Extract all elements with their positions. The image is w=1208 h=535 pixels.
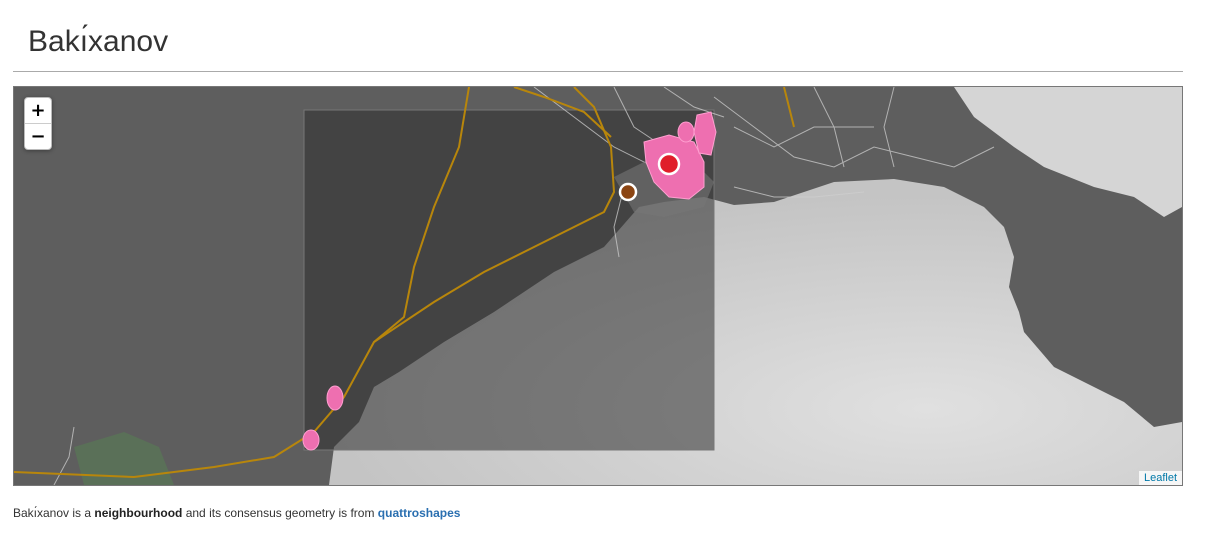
source-link[interactable]: quattroshapes [378,506,461,520]
zoom-control: + − [24,97,52,150]
caption-text-a: is a [69,506,95,520]
zoom-in-button[interactable]: + [25,98,51,124]
page-title: Bakı́xanov [28,25,169,58]
leaflet-link[interactable]: Leaflet [1144,472,1177,484]
zoom-out-button[interactable]: − [25,124,51,149]
title-divider [13,71,1183,72]
map-attribution: Leaflet [1138,471,1182,485]
label-centroid-marker[interactable] [618,182,638,202]
centroid-marker[interactable] [657,152,681,176]
caption-name: Bakı́xanov [13,506,70,520]
map-canvas[interactable] [14,87,1182,485]
caption-placetype: neighbourhood [94,506,183,520]
map-container[interactable]: + − Leaflet [13,86,1183,486]
caption: Bakı́xanov is a neighbourhood and its co… [13,506,460,520]
caption-text-b: and its consensus geometry is from [182,506,378,520]
